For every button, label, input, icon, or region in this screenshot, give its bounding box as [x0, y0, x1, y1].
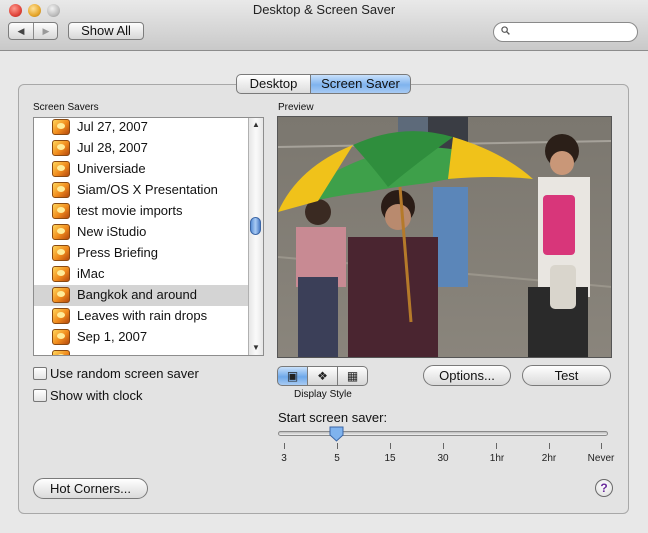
options-button[interactable]: Options...: [423, 365, 511, 386]
window-title: Desktop & Screen Saver: [252, 2, 396, 17]
slideshow-icon: [52, 266, 70, 282]
slideshow-icon: [52, 224, 70, 240]
tick-label: 3: [281, 453, 287, 464]
slideshow-icon: [52, 245, 70, 261]
scroll-up-arrow-icon[interactable]: ▲: [249, 118, 263, 132]
list-item[interactable]: Leaves with rain drops: [34, 306, 248, 327]
slider-tick: [549, 443, 550, 449]
display-style-label: Display Style: [294, 389, 352, 400]
hot-corners-button[interactable]: Hot Corners...: [33, 478, 148, 499]
tick-label: 30: [437, 453, 449, 464]
list-item[interactable]: Sep 1, 2007: [34, 327, 248, 348]
preview-photo: [278, 117, 611, 357]
list-item[interactable]: iMac: [34, 264, 248, 285]
screen-savers-list[interactable]: Jul 27, 2007 Jul 28, 2007 Universiade Si…: [33, 117, 264, 356]
slideshow-icon: [52, 203, 70, 219]
display-style-collage-button[interactable]: ❖: [307, 366, 338, 386]
preview-image: [277, 116, 612, 358]
show-with-clock-label: Show with clock: [50, 388, 143, 403]
list-scrollbar[interactable]: ▲ ▼: [248, 118, 263, 355]
display-style-single-button[interactable]: ▣: [277, 366, 308, 386]
list-item-selected[interactable]: Bangkok and around: [34, 285, 248, 306]
test-button[interactable]: Test: [522, 365, 611, 386]
display-style-mosaic-button[interactable]: ▦: [337, 366, 368, 386]
start-screen-saver-label: Start screen saver:: [278, 410, 388, 425]
list-item[interactable]: Universiade: [34, 159, 248, 180]
list-item[interactable]: Jul 27, 2007: [34, 118, 248, 138]
scroll-thumb[interactable]: [250, 217, 261, 235]
slideshow-icon: [52, 350, 70, 355]
start-screen-saver-slider[interactable]: [278, 431, 608, 436]
tick-label: 15: [384, 453, 396, 464]
random-screen-saver-label: Use random screen saver: [50, 366, 199, 381]
random-screen-saver-checkbox[interactable]: [33, 367, 47, 380]
help-button[interactable]: ?: [595, 479, 613, 497]
tab-screen-saver[interactable]: Screen Saver: [310, 74, 411, 94]
slider-tick: [337, 443, 338, 449]
search-field[interactable]: [493, 22, 638, 42]
list-item[interactable]: Press Briefing: [34, 243, 248, 264]
forward-arrow-icon[interactable]: ▶: [34, 23, 58, 39]
back-forward-buttons: ◀ ▶: [8, 22, 58, 40]
slideshow-icon: [52, 140, 70, 156]
slider-tick: [443, 443, 444, 449]
tick-label: 2hr: [541, 453, 557, 464]
search-icon: [501, 26, 510, 35]
slideshow-icon: [52, 182, 70, 198]
slideshow-icon: [52, 287, 70, 303]
list-item[interactable]: test movie imports: [34, 201, 248, 222]
slider-tick: [496, 443, 497, 449]
list-item[interactable]: New iStudio: [34, 222, 248, 243]
slider-tick: [284, 443, 285, 449]
slideshow-icon: [52, 308, 70, 324]
search-input[interactable]: [514, 24, 633, 42]
list-item[interactable]: Siam/OS X Presentation: [34, 180, 248, 201]
title-bar: Desktop & Screen Saver ◀ ▶ Show All: [0, 0, 648, 51]
list-item[interactable]: Jul 28, 2007: [34, 138, 248, 159]
preview-heading: Preview: [278, 102, 314, 113]
screen-savers-heading: Screen Savers: [33, 102, 99, 113]
show-with-clock-checkbox[interactable]: [33, 389, 47, 402]
scroll-down-arrow-icon[interactable]: ▼: [249, 341, 263, 355]
show-all-button[interactable]: Show All: [68, 22, 144, 40]
slideshow-icon: [52, 119, 70, 135]
tick-label: 1hr: [489, 453, 505, 464]
back-arrow-icon[interactable]: ◀: [9, 23, 34, 39]
tick-label: 5: [334, 453, 340, 464]
slideshow-icon: [52, 329, 70, 345]
tab-desktop[interactable]: Desktop: [236, 74, 311, 94]
list-item-partial[interactable]: [34, 348, 248, 355]
slider-tick: [601, 443, 602, 449]
tick-label: Never: [587, 453, 615, 464]
slider-tick: [390, 443, 391, 449]
slider-knob[interactable]: [329, 426, 344, 442]
slideshow-icon: [52, 161, 70, 177]
